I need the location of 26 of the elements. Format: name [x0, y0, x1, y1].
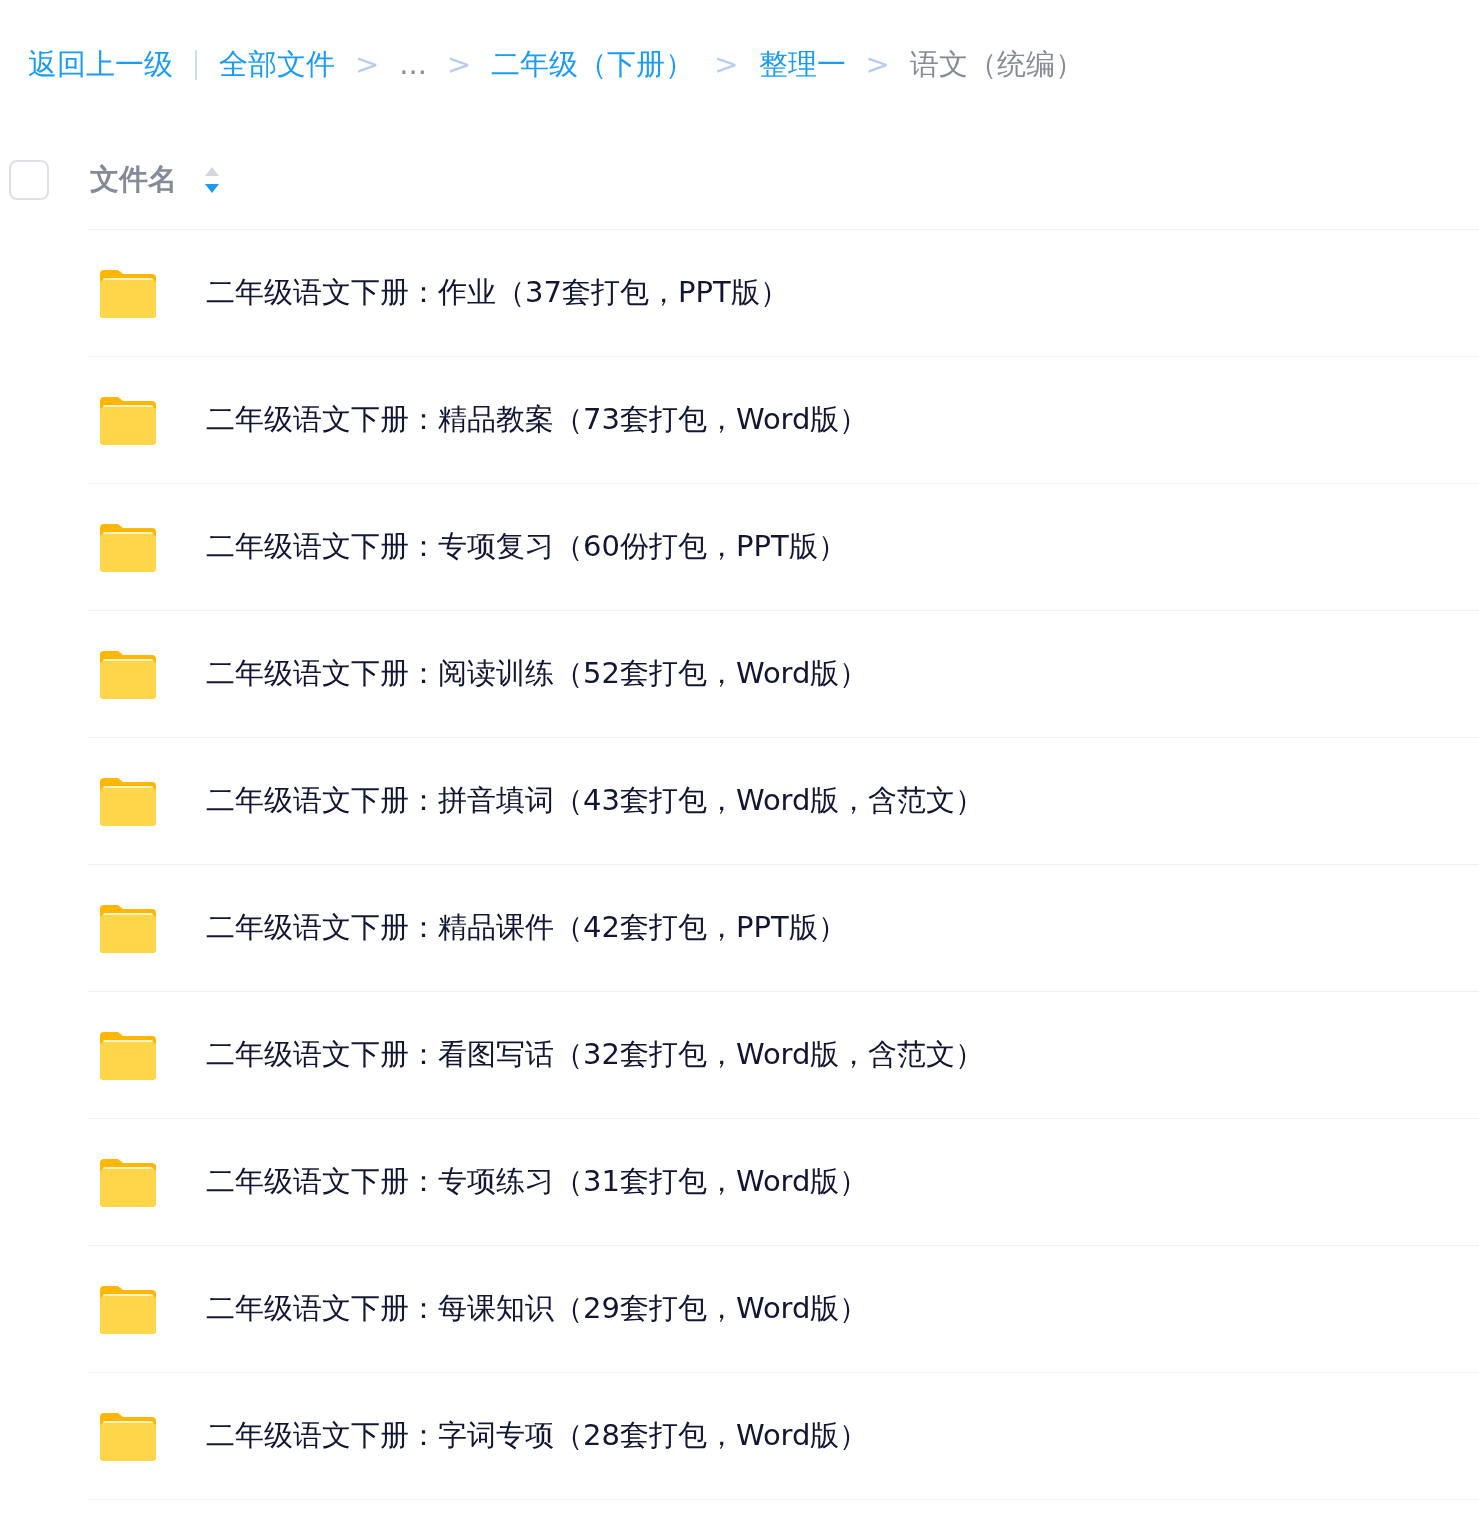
- file-name[interactable]: 二年级语文下册：专项复习（60份打包，PPT版）: [206, 525, 847, 569]
- file-name[interactable]: 二年级语文下册：阅读训练（52套打包，Word版）: [206, 652, 869, 696]
- separator: >: [865, 46, 890, 84]
- select-all-checkbox[interactable]: [9, 159, 49, 200]
- breadcrumb-current: 语文（统编）: [909, 46, 1084, 84]
- separator: >: [714, 46, 739, 84]
- file-row[interactable]: 二年级语文下册：每课知识（29套打包，Word版）: [88, 1246, 1479, 1373]
- separator: >: [446, 46, 472, 84]
- file-row[interactable]: 二年级语文下册：精品课件（42套打包，PPT版）: [88, 865, 1479, 992]
- file-name[interactable]: 二年级语文下册：看图写话（32套打包，Word版，含范文）: [206, 1033, 985, 1077]
- separator: >: [355, 46, 380, 84]
- file-row[interactable]: 二年级语文下册：作业（37套打包，PPT版）: [88, 230, 1479, 357]
- file-name[interactable]: 二年级语文下册：精品教案（73套打包，Word版）: [206, 398, 869, 442]
- file-name[interactable]: 二年级语文下册：专项练习（31套打包，Word版）: [206, 1160, 869, 1204]
- file-row[interactable]: 二年级语文下册：专项练习（31套打包，Word版）: [88, 1119, 1479, 1246]
- file-name[interactable]: 二年级语文下册：精品课件（42套打包，PPT版）: [206, 906, 847, 950]
- file-row[interactable]: 二年级语文下册：看图写话（32套打包，Word版，含范文）: [88, 992, 1479, 1119]
- file-row[interactable]: 二年级语文下册：专项复习（60份打包，PPT版）: [88, 484, 1479, 611]
- file-name[interactable]: 二年级语文下册：字词专项（28套打包，Word版）: [206, 1414, 869, 1458]
- file-row[interactable]: 二年级语文下册：阅读训练（52套打包，Word版）: [88, 611, 1479, 738]
- file-name[interactable]: 二年级语文下册：拼音填词（43套打包，Word版，含范文）: [206, 779, 985, 823]
- file-name[interactable]: 二年级语文下册：每课知识（29套打包，Word版）: [206, 1287, 869, 1331]
- file-row[interactable]: 二年级语文下册：字词专项（28套打包，Word版）: [88, 1373, 1479, 1500]
- file-row[interactable]: 二年级语文下册：拼音填词（43套打包，Word版，含范文）: [88, 738, 1479, 865]
- file-name[interactable]: 二年级语文下册：作业（37套打包，PPT版）: [206, 271, 789, 315]
- file-row[interactable]: 二年级语文下册：精品教案（73套打包，Word版）: [88, 357, 1479, 484]
